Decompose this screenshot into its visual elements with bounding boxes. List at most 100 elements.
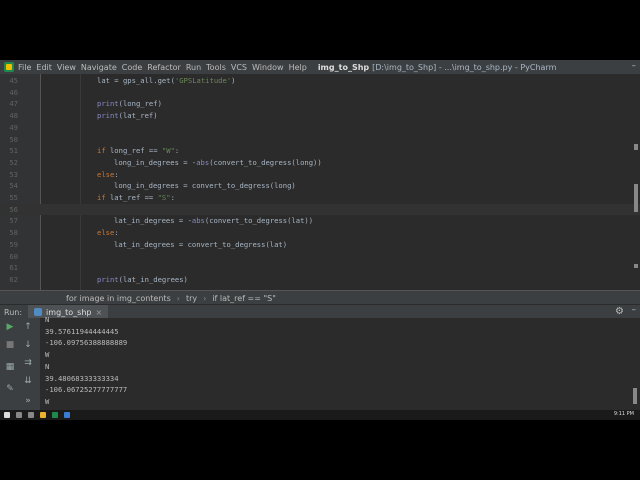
code-text: lat = gps_all.get('GPSLatitude') (97, 76, 236, 85)
code-line[interactable]: 48 print(lat_ref) (0, 110, 640, 122)
code-text: lat_in_degrees = -abs(convert_to_degress… (114, 216, 314, 226)
breadcrumb-item[interactable]: try (186, 294, 197, 303)
breadcrumb-item[interactable]: if lat_ref == "S" (212, 294, 276, 303)
line-number: 45 (9, 76, 18, 85)
code-line[interactable]: 53 else: (0, 169, 640, 181)
line-number: 48 (9, 111, 18, 121)
menu-navigate[interactable]: Navigate (81, 63, 117, 72)
pycharm-logo-icon (4, 62, 14, 72)
console-output-line: N (45, 361, 50, 371)
task-view-icon[interactable] (28, 412, 34, 418)
console-output-line: N (45, 315, 50, 324)
code-text: print(lat_in_degrees) (97, 274, 188, 284)
code-line[interactable]: 62 print(lat_in_degrees) (0, 274, 640, 286)
code-line[interactable]: 50 (0, 134, 640, 146)
pin-icon[interactable]: ✎ (4, 384, 16, 394)
console-output-line: 39.48068333333334 (45, 373, 119, 383)
code-line[interactable]: 54 long_in_degrees = convert_to_degress(l… (0, 180, 640, 192)
console-output-line: W (45, 396, 50, 406)
soft-wrap-icon[interactable]: ⇉ (22, 358, 34, 368)
code-line[interactable]: 46 (0, 87, 640, 99)
menu-bar: File Edit View Navigate Code Refactor Ru… (0, 60, 640, 74)
code-line[interactable]: 45 lat = gps_all.get('GPSLatitude') (0, 75, 640, 87)
windows-taskbar: 9:11 PM (0, 410, 640, 420)
code-line[interactable]: 56 (0, 203, 640, 216)
app-taskbar-icon[interactable] (64, 412, 70, 418)
menu-run[interactable]: Run (186, 63, 201, 72)
menu-code[interactable]: Code (122, 63, 142, 72)
scrollbar-mark (634, 144, 638, 150)
code-line[interactable]: 61 (0, 262, 640, 274)
run-tab-label: img_to_shp (46, 307, 92, 317)
window-title: img_to_Shp [D:\img_to_Shp] - ...\img_to_s… (318, 63, 557, 72)
line-number: 51 (9, 146, 18, 156)
breadcrumb-separator-icon: › (176, 293, 180, 303)
console-output-line: W (45, 350, 50, 360)
line-number: 55 (9, 193, 18, 202)
run-toolbar: ▶ ↑ ■ ↓ ⇉ ▦ ⇊ ✎ » (0, 318, 41, 410)
line-number: 60 (9, 251, 18, 261)
console-output-line: -106.06725277777777 (45, 385, 128, 395)
hide-panel-icon[interactable]: – (632, 305, 637, 315)
minimize-icon[interactable]: – (632, 61, 637, 71)
rerun-icon[interactable]: ▶ (4, 322, 16, 332)
code-editor[interactable]: 45 lat = gps_all.get('GPSLatitude') 46 47 pr… (0, 74, 640, 290)
search-icon[interactable] (16, 412, 22, 418)
code-line[interactable]: 57 lat_in_degrees = -abs(convert_to_degre… (0, 215, 640, 227)
code-text: if long_ref == "W": (97, 146, 180, 156)
file-explorer-icon[interactable] (40, 412, 46, 418)
menu-tools[interactable]: Tools (206, 63, 226, 72)
menu-edit[interactable]: Edit (36, 63, 52, 72)
menu-file[interactable]: File (18, 63, 31, 72)
run-tab[interactable]: img_to_shp × (28, 305, 109, 319)
code-text: else: (97, 228, 119, 238)
line-number: 57 (9, 216, 18, 226)
code-line[interactable]: 55 if lat_ref == "S": (0, 192, 640, 204)
code-line[interactable]: 58 else: (0, 227, 640, 239)
gear-icon[interactable]: ⚙ (615, 306, 624, 317)
console-output-line: -106.09756388888889 (45, 338, 128, 348)
breadcrumb-separator-icon: › (203, 293, 207, 303)
breadcrumb-item[interactable]: for image in img_contents (66, 294, 171, 303)
code-text: long_in_degrees = convert_to_degress(lon… (114, 181, 296, 191)
run-output-console[interactable]: N 39.57611944444445 -106.09756388888889 W N 3… (41, 315, 640, 410)
arrow-up-icon[interactable]: ↑ (22, 322, 34, 332)
line-number: 46 (9, 87, 18, 97)
menu-vcs[interactable]: VCS (231, 63, 247, 72)
more-icon[interactable]: » (22, 396, 34, 406)
scrollbar-mark (634, 264, 638, 268)
code-line[interactable]: 52 long_in_degrees = -abs(convert_to_degr… (0, 157, 640, 169)
console-scrollbar-thumb[interactable] (633, 388, 637, 404)
stop-icon[interactable]: ■ (4, 340, 16, 350)
code-text: print(lat_ref) (97, 111, 158, 121)
close-icon[interactable]: × (96, 308, 103, 317)
code-line[interactable]: 49 (0, 122, 640, 134)
menu-help[interactable]: Help (289, 63, 307, 72)
code-line[interactable]: 47 print(long_ref) (0, 98, 640, 110)
line-number: 47 (9, 99, 18, 109)
pycharm-window: File Edit View Navigate Code Refactor Ru… (0, 60, 640, 420)
line-number: 50 (9, 134, 18, 144)
windows-start-icon[interactable] (4, 412, 10, 418)
clock[interactable]: 9:11 PM (614, 411, 634, 417)
scroll-to-end-icon[interactable]: ⇊ (22, 376, 34, 386)
code-line[interactable]: 59 lat_in_degrees = convert_to_degress(la… (0, 239, 640, 251)
pycharm-taskbar-icon[interactable] (52, 412, 58, 418)
code-line[interactable]: 51 if long_ref == "W": (0, 145, 640, 157)
layout-icon[interactable]: ▦ (4, 362, 16, 372)
code-text: print(long_ref) (97, 99, 162, 109)
menu-refactor[interactable]: Refactor (147, 63, 181, 72)
menu-view[interactable]: View (57, 63, 76, 72)
code-line[interactable]: 60 (0, 251, 640, 263)
run-panel-header: Run: img_to_shp × ⚙ – (0, 304, 640, 319)
arrow-down-icon[interactable]: ↓ (22, 340, 34, 350)
breadcrumb: for image in img_contents › try › if lat… (0, 290, 640, 305)
editor-scrollbar-thumb[interactable] (634, 184, 638, 212)
line-number: 62 (9, 274, 18, 284)
code-text: lat_in_degrees = convert_to_degress(lat) (114, 239, 288, 249)
run-label: Run: (4, 307, 23, 317)
python-file-icon (34, 308, 43, 316)
line-number: 52 (9, 157, 18, 167)
code-text: long_in_degrees = -abs(convert_to_degres… (114, 157, 322, 167)
menu-window[interactable]: Window (252, 63, 284, 72)
